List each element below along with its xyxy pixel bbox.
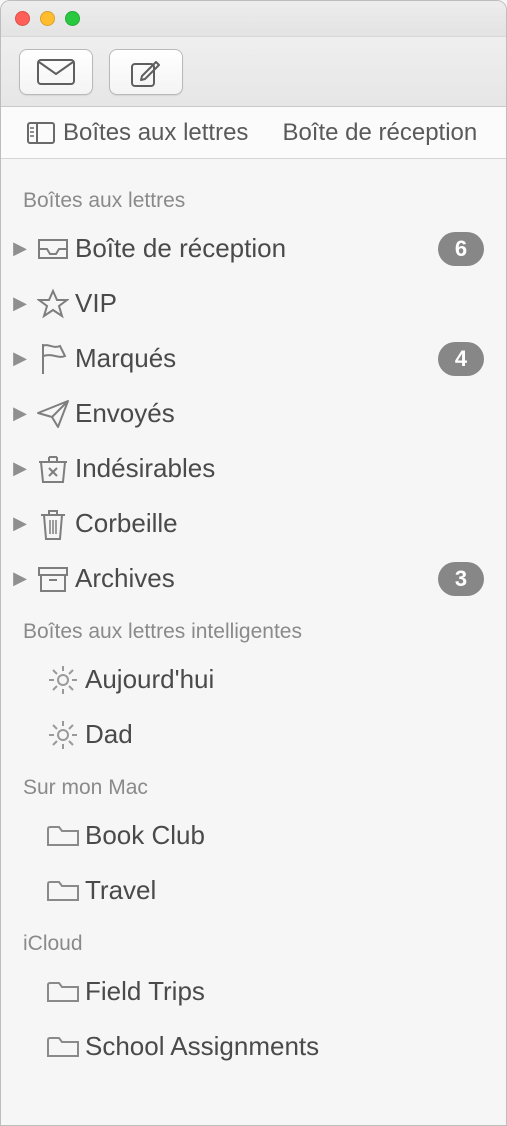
section-header-icloud[interactable]: iCloud (1, 918, 506, 964)
junk-icon (31, 454, 75, 484)
sidebar-toggle-icon (27, 122, 55, 144)
sidebar-item-schoolassignments[interactable]: School Assignments (1, 1019, 506, 1074)
sidebar-item-label: Marqués (75, 343, 438, 374)
sidebar-item-label: Field Trips (85, 976, 484, 1007)
sidebar-item-label: Indésirables (75, 453, 484, 484)
compose-button[interactable] (109, 49, 183, 95)
sidebar-item-vip[interactable]: ▶ VIP (1, 276, 506, 331)
sidebar-item-smart-dad[interactable]: Dad (1, 707, 506, 762)
folder-icon (41, 878, 85, 904)
sidebar-item-label: Dad (85, 719, 484, 750)
disclosure-triangle-icon[interactable]: ▶ (9, 293, 31, 314)
folder-icon (41, 823, 85, 849)
sidebar-item-sent[interactable]: ▶ Envoyés (1, 386, 506, 441)
sidebar-item-trash[interactable]: ▶ Corbeille (1, 496, 506, 551)
sidebar-item-junk[interactable]: ▶ Indésirables (1, 441, 506, 496)
sidebar-item-label: Envoyés (75, 398, 484, 429)
sidebar-item-label: School Assignments (85, 1031, 484, 1062)
sidebar-item-fieldtrips[interactable]: Field Trips (1, 964, 506, 1019)
sidebar-item-smart-today[interactable]: Aujourd'hui (1, 652, 506, 707)
favorites-mailboxes-label: Boîtes aux lettres (63, 119, 248, 147)
folder-icon (41, 1034, 85, 1060)
archive-icon (31, 565, 75, 593)
unread-badge: 6 (438, 232, 484, 266)
disclosure-triangle-icon[interactable]: ▶ (9, 513, 31, 534)
disclosure-triangle-icon[interactable]: ▶ (9, 238, 31, 259)
gear-icon (41, 664, 85, 696)
close-window-button[interactable] (15, 11, 30, 26)
toolbar (1, 37, 506, 107)
sidebar: Boîtes aux lettres ▶ Boîte de réception … (1, 159, 506, 1125)
compose-icon (129, 55, 163, 89)
sidebar-item-label: Aujourd'hui (85, 664, 484, 695)
sidebar-item-label: Archives (75, 563, 438, 594)
sidebar-item-flagged[interactable]: ▶ Marqués 4 (1, 331, 506, 386)
unread-badge: 4 (438, 342, 484, 376)
sidebar-item-label: VIP (75, 288, 484, 319)
sidebar-item-archive[interactable]: ▶ Archives 3 (1, 551, 506, 606)
trash-icon (31, 507, 75, 541)
favorites-bar: Boîtes aux lettres Boîte de réception (1, 107, 506, 159)
get-mail-button[interactable] (19, 49, 93, 95)
mail-window: Boîtes aux lettres Boîte de réception Bo… (0, 0, 507, 1126)
favorites-inbox-label: Boîte de réception (282, 119, 477, 147)
envelope-icon (37, 59, 75, 85)
paperplane-icon (31, 399, 75, 429)
disclosure-triangle-icon[interactable]: ▶ (9, 568, 31, 589)
sidebar-item-travel[interactable]: Travel (1, 863, 506, 918)
star-icon (31, 288, 75, 320)
sidebar-item-label: Corbeille (75, 508, 484, 539)
minimize-window-button[interactable] (40, 11, 55, 26)
zoom-window-button[interactable] (65, 11, 80, 26)
favorites-mailboxes[interactable]: Boîtes aux lettres (27, 119, 248, 147)
sidebar-item-label: Travel (85, 875, 484, 906)
disclosure-triangle-icon[interactable]: ▶ (9, 458, 31, 479)
flag-icon (31, 342, 75, 376)
section-header-mailboxes[interactable]: Boîtes aux lettres (1, 175, 506, 221)
section-header-onmymac[interactable]: Sur mon Mac (1, 762, 506, 808)
titlebar (1, 1, 506, 37)
sidebar-item-bookclub[interactable]: Book Club (1, 808, 506, 863)
favorites-inbox[interactable]: Boîte de réception (282, 119, 477, 147)
section-header-smart[interactable]: Boîtes aux lettres intelligentes (1, 606, 506, 652)
inbox-icon (31, 237, 75, 261)
disclosure-triangle-icon[interactable]: ▶ (9, 403, 31, 424)
sidebar-item-label: Boîte de réception (75, 233, 438, 264)
gear-icon (41, 719, 85, 751)
folder-icon (41, 979, 85, 1005)
disclosure-triangle-icon[interactable]: ▶ (9, 348, 31, 369)
sidebar-item-label: Book Club (85, 820, 484, 851)
sidebar-item-inbox[interactable]: ▶ Boîte de réception 6 (1, 221, 506, 276)
unread-badge: 3 (438, 562, 484, 596)
